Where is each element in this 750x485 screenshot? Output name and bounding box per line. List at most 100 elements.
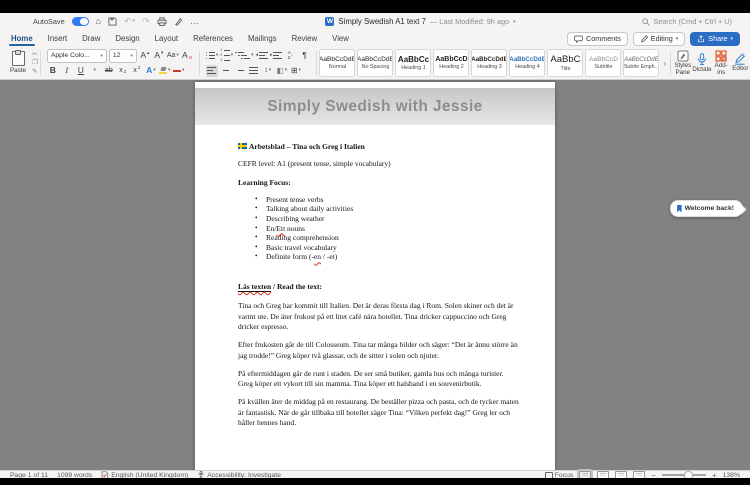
list-item: Talking about daily activities	[255, 204, 519, 214]
justify-icon	[249, 67, 259, 74]
font-size-select[interactable]: 12 ▾	[108, 48, 137, 63]
bullet-list-button[interactable]: ▾	[205, 50, 218, 62]
justify-button[interactable]	[248, 65, 260, 77]
highlight-button[interactable]: ▾	[159, 65, 171, 77]
title-caret-icon: ▾	[513, 18, 516, 25]
italic-button[interactable]: I	[61, 65, 73, 77]
format-painter-small-icon[interactable]: ✎	[32, 68, 38, 75]
styles-gallery-more-icon[interactable]: ›	[661, 59, 668, 68]
welcome-back-tooltip[interactable]: Welcome back!	[670, 200, 743, 217]
undo-icon[interactable]: ↶ ▾	[124, 17, 135, 26]
search-label: Search (Cmd + Ctrl + U)	[653, 17, 732, 26]
font-name-select[interactable]: Apple Colo... ▾	[46, 48, 107, 63]
top-black-strip	[0, 0, 750, 13]
editor-icon	[735, 53, 746, 65]
paste-button[interactable]: Paste	[6, 50, 30, 74]
format-painter-icon[interactable]	[174, 17, 183, 26]
style-heading-4[interactable]: AaBbCcDdE Heading 4	[509, 49, 546, 77]
align-center-button[interactable]	[220, 65, 232, 77]
editing-mode-button[interactable]: Editing ▾	[632, 31, 686, 46]
add-ins-button[interactable]: Add-ins	[712, 50, 731, 77]
grow-font-button[interactable]: A ▴	[139, 50, 151, 62]
style-heading-3[interactable]: AaBbCcDdE Heading 3	[471, 49, 508, 77]
decrease-indent-button[interactable]: ◂	[255, 50, 268, 62]
tab-references[interactable]: References	[193, 30, 233, 47]
word-doc-icon: W	[325, 17, 335, 26]
sort-button[interactable]: A Z ↓	[284, 50, 296, 62]
copy-icon[interactable]: ❐	[32, 59, 38, 66]
ribbon: Paste ✂ ❐ ✎ Apple Colo... ▾ 12 ▾ A ▴ A ▾ Aa ▾…	[0, 47, 750, 80]
tab-view[interactable]: View	[332, 30, 349, 47]
highlighter-icon	[160, 67, 167, 72]
tab-review[interactable]: Review	[292, 30, 318, 47]
toolbar-overflow-icon[interactable]: …	[190, 17, 199, 26]
list-item: Present tense verbs	[255, 195, 519, 205]
styles-pane-icon	[677, 50, 689, 62]
clear-formatting-button[interactable]: A	[181, 50, 193, 62]
document-title: Simply Swedish A1 text 7	[338, 17, 426, 26]
increase-indent-button[interactable]: ▸	[270, 50, 283, 62]
title-bar: AutoSave ⌂ ↶ ▾ ↷ … W Simply Swedish A1 te…	[0, 13, 750, 30]
editing-caret-icon: ▾	[675, 35, 679, 42]
style-heading-1[interactable]: AaBbCc Heading 1	[395, 49, 432, 77]
tab-layout[interactable]: Layout	[155, 30, 178, 47]
align-right-button[interactable]	[234, 65, 246, 77]
page-body[interactable]: Arbetsblad – Tina och Greg i Italien CEF…	[195, 125, 555, 428]
styles-pane-button[interactable]: Styles Pane	[673, 50, 692, 77]
subscript-button[interactable]: x2	[117, 65, 129, 77]
body-paragraph: Tina och Greg har kommit till Italien. D…	[238, 301, 514, 331]
bold-button[interactable]: B	[47, 65, 59, 77]
font-color-button[interactable]: ▾	[173, 65, 185, 77]
style-subtitle[interactable]: AaBbCcD Subtitle	[585, 49, 622, 77]
search-icon	[642, 17, 650, 26]
list-item: Reading comprehension	[255, 233, 519, 243]
style-subtle-emphasis[interactable]: AaBbCcDdE Subtle Emph...	[623, 49, 660, 77]
comment-icon	[574, 35, 583, 43]
share-button[interactable]: Share ▾	[690, 31, 740, 46]
align-left-button[interactable]	[205, 64, 218, 77]
tab-home[interactable]: Home	[9, 30, 35, 47]
pencil-icon	[640, 34, 648, 42]
line-spacing-button[interactable]: ↕ ▾	[262, 65, 274, 77]
text-effects-button[interactable]: A ▾	[145, 65, 157, 77]
learning-focus-list: Present tense verbs Talking about daily …	[238, 195, 519, 262]
document-page[interactable]: Simply Swedish with Jessie Arbetsblad – …	[195, 82, 555, 470]
tab-mailings[interactable]: Mailings	[248, 30, 277, 47]
autosave-toggle[interactable]	[71, 16, 89, 27]
multilevel-list-button[interactable]: ▾	[235, 50, 253, 62]
comments-button[interactable]: Comments	[567, 31, 628, 46]
document-canvas[interactable]: Simply Swedish with Jessie Arbetsblad – …	[0, 80, 750, 470]
tab-insert[interactable]: Insert	[48, 30, 68, 47]
change-case-button[interactable]: Aa ▾	[167, 50, 179, 62]
bottom-black-strip	[0, 478, 750, 485]
strikethrough-button[interactable]: ab	[103, 65, 115, 77]
search-box[interactable]: Search (Cmd + Ctrl + U)	[642, 17, 750, 26]
style-heading-2[interactable]: AaBbCcD Heading 2	[433, 49, 470, 77]
style-title[interactable]: AaBbC Title	[547, 49, 584, 77]
borders-button[interactable]: ⊞ ▾	[290, 65, 302, 77]
tab-design[interactable]: Design	[115, 30, 139, 47]
superscript-button[interactable]: x2	[131, 65, 143, 77]
numbered-list-button[interactable]: 1 2 3 ▾	[220, 48, 233, 62]
learning-focus-heading: Learning Focus:	[238, 177, 291, 187]
zoom-slider[interactable]	[661, 471, 706, 481]
show-paragraph-marks-button[interactable]: ¶	[298, 50, 310, 62]
redo-icon[interactable]: ↷	[142, 17, 150, 26]
document-title-area[interactable]: W Simply Swedish A1 text 7 — Last Modifi…	[199, 17, 643, 26]
list-item: Basic travel vocabulary	[255, 243, 519, 253]
tab-draw[interactable]: Draw	[82, 30, 100, 47]
dictate-button[interactable]: Dictate	[692, 52, 712, 74]
align-right-icon	[235, 67, 245, 73]
cut-icon[interactable]: ✂	[32, 51, 38, 58]
home-icon[interactable]: ⌂	[96, 17, 101, 26]
style-normal[interactable]: AaBbCcDdE Normal	[319, 49, 356, 77]
shrink-font-button[interactable]: A ▾	[153, 50, 165, 62]
print-icon[interactable]	[157, 17, 167, 26]
shading-button[interactable]: ◧ ▾	[276, 65, 288, 77]
underline-button[interactable]: U	[75, 65, 87, 77]
style-no-spacing[interactable]: AaBbCcDdE No Spacing	[357, 49, 394, 77]
underline-caret-icon[interactable]: ▾	[89, 65, 101, 77]
share-icon	[698, 34, 705, 42]
editor-button[interactable]: Editor	[731, 53, 750, 73]
save-icon[interactable]	[108, 17, 117, 26]
